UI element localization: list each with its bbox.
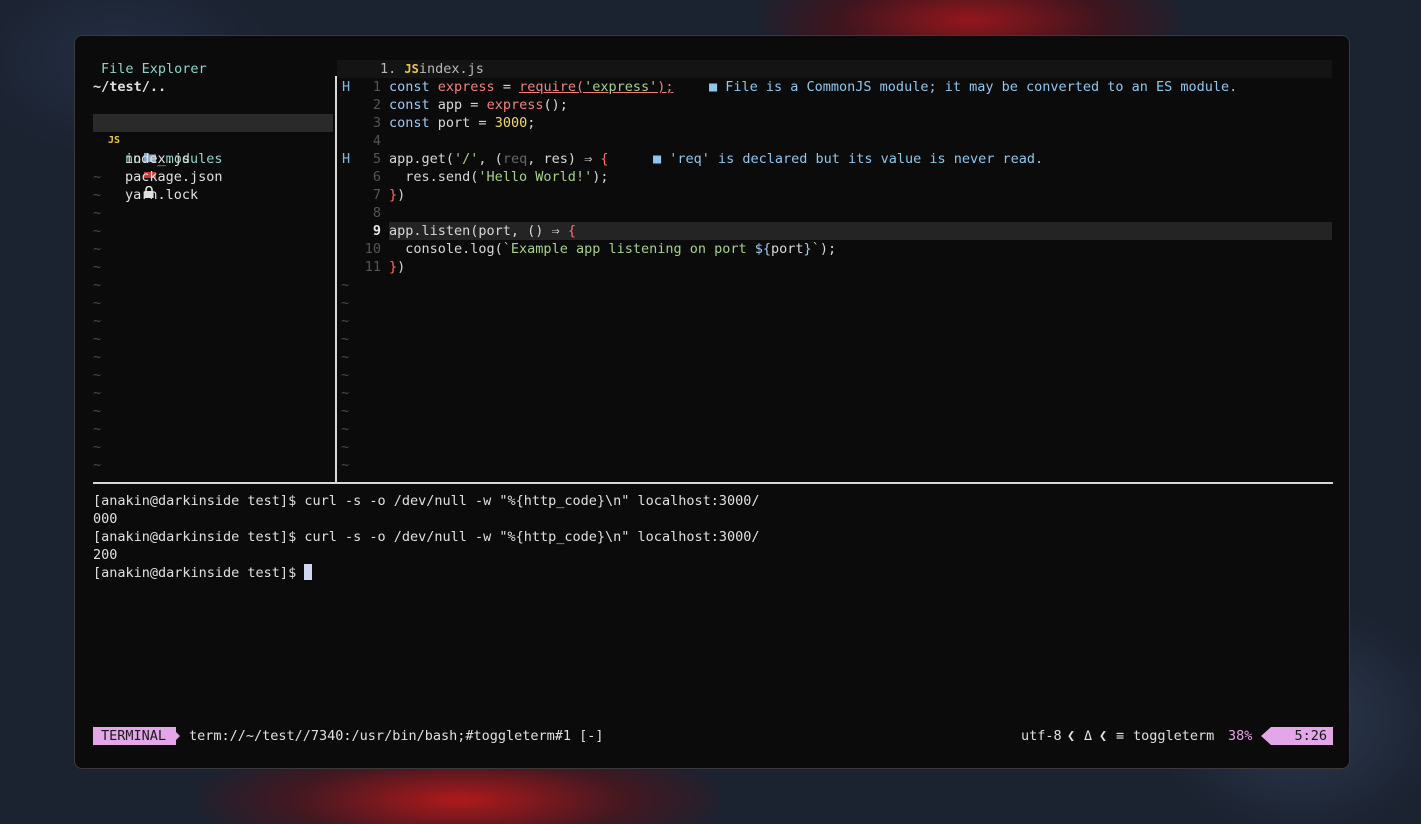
- cursor-position: 5:26: [1271, 727, 1333, 745]
- empty-line-marker: ~: [341, 349, 350, 365]
- code-line-3[interactable]: const port = 3000;: [389, 114, 535, 132]
- empty-line-marker: ~: [93, 277, 102, 293]
- code-line-5[interactable]: app.get('/', (req, res) ⇒ {: [389, 150, 609, 168]
- tabline: [337, 60, 1332, 78]
- line-number: 11: [364, 259, 381, 275]
- empty-line-marker: ~: [341, 457, 350, 473]
- explorer-item-label: package.json: [125, 169, 223, 185]
- empty-line-marker: ~: [93, 169, 102, 185]
- empty-line-marker: ~: [93, 403, 102, 419]
- empty-line-marker: ~: [93, 241, 102, 257]
- explorer-path[interactable]: ~/test/..: [93, 78, 166, 96]
- powerline-separator: [1261, 727, 1271, 745]
- current-line-number: 9: [372, 223, 381, 239]
- powerline-separator: [171, 727, 180, 745]
- vertical-split-divider[interactable]: [335, 76, 337, 482]
- terminal-window[interactable]: File Explorer ~/test/.. › node_modules J…: [74, 35, 1350, 769]
- tab-number: 1.: [380, 61, 397, 77]
- empty-line-marker: ~: [341, 295, 350, 311]
- empty-line-marker: ~: [341, 421, 350, 437]
- tab-label: index.js: [418, 61, 484, 77]
- empty-line-marker: ~: [93, 349, 102, 365]
- empty-line-marker: ~: [93, 331, 102, 347]
- line-number: 7: [372, 187, 381, 203]
- filetype-icon: ≡: [1116, 728, 1125, 744]
- line-number: 10: [364, 241, 381, 257]
- empty-line-marker: ~: [341, 385, 350, 401]
- terminal-output-line: [anakin@darkinside test]$ curl -s -o /de…: [93, 493, 760, 509]
- code-line-6[interactable]: res.send('Hello World!');: [389, 168, 608, 186]
- empty-line-marker: ~: [341, 331, 350, 347]
- scroll-percent: 38%: [1228, 728, 1253, 744]
- chevron-left-icon: ❮: [1099, 728, 1108, 744]
- explorer-item-index-js[interactable]: JS index.js: [93, 114, 333, 167]
- empty-line-marker: ~: [93, 205, 102, 221]
- empty-line-marker: ~: [93, 439, 102, 455]
- empty-line-marker: ~: [93, 421, 102, 437]
- encoding-label: utf-8: [1021, 728, 1062, 744]
- empty-line-marker: ~: [341, 313, 350, 329]
- prompt-text: [anakin@darkinside test]$: [93, 565, 305, 581]
- explorer-item-node-modules[interactable]: › node_modules: [93, 96, 333, 167]
- code-line-10[interactable]: console.log(`Example app listening on po…: [389, 240, 836, 258]
- empty-line-marker: ~: [93, 295, 102, 311]
- horizontal-split-divider[interactable]: [93, 482, 1333, 484]
- buffer-path: term://~/test//7340:/usr/bin/bash;#toggl…: [189, 728, 604, 744]
- empty-line-marker: ~: [341, 439, 350, 455]
- diagnostic-virtual-text: ■ File is a CommonJS module; it may be c…: [709, 79, 1238, 95]
- explorer-item-label: yarn.lock: [125, 187, 199, 203]
- line-number: 2: [372, 97, 381, 113]
- code-line-1[interactable]: const express = require('express');: [389, 78, 674, 96]
- filetype-label: toggleterm: [1133, 728, 1215, 744]
- explorer-item-yarn-lock[interactable]: yarn.lock: [93, 150, 333, 203]
- lock-icon: [108, 168, 154, 222]
- text-cursor: [304, 564, 313, 580]
- empty-line-marker: ~: [341, 277, 350, 293]
- empty-line-marker: ~: [93, 385, 102, 401]
- line-number: 5: [372, 151, 381, 167]
- code-line-11[interactable]: }): [389, 258, 405, 276]
- terminal-output-line: 000: [93, 511, 118, 527]
- diagnostic-virtual-text: ■ 'req' is declared but its value is nev…: [653, 151, 1044, 167]
- empty-line-marker: ~: [93, 367, 102, 383]
- explorer-title: File Explorer: [101, 61, 207, 77]
- line-number: 3: [372, 115, 381, 131]
- empty-line-marker: ~: [93, 223, 102, 239]
- os-icon: Δ: [1084, 728, 1093, 744]
- javascript-file-icon: JS: [404, 62, 419, 76]
- empty-line-marker: ~: [93, 457, 102, 473]
- chevron-left-icon: ❮: [1067, 728, 1076, 744]
- empty-line-marker: ~: [341, 403, 350, 419]
- empty-line-marker: ~: [93, 313, 102, 329]
- line-number: 8: [372, 205, 381, 221]
- line-number: 1: [372, 79, 381, 95]
- terminal-output-line: 200: [93, 547, 118, 563]
- empty-line-marker: ~: [341, 367, 350, 383]
- code-line-7[interactable]: }): [389, 186, 405, 204]
- empty-line-marker: ~: [93, 259, 102, 275]
- terminal-output-line: [anakin@darkinside test]$ curl -s -o /de…: [93, 529, 760, 545]
- terminal-prompt[interactable]: [anakin@darkinside test]$: [93, 564, 313, 582]
- mode-indicator: TERMINAL: [93, 727, 177, 745]
- empty-line-marker: ~: [93, 187, 102, 203]
- editor-tab-index-js[interactable]: 1. JSindex.js: [380, 60, 484, 78]
- line-number: 4: [372, 133, 381, 149]
- line-number: 6: [372, 169, 381, 185]
- code-line-9[interactable]: app.listen(port, () ⇒ {: [389, 222, 576, 240]
- explorer-item-package-json[interactable]: package.json: [93, 132, 333, 185]
- code-line-2[interactable]: const app = express();: [389, 96, 568, 114]
